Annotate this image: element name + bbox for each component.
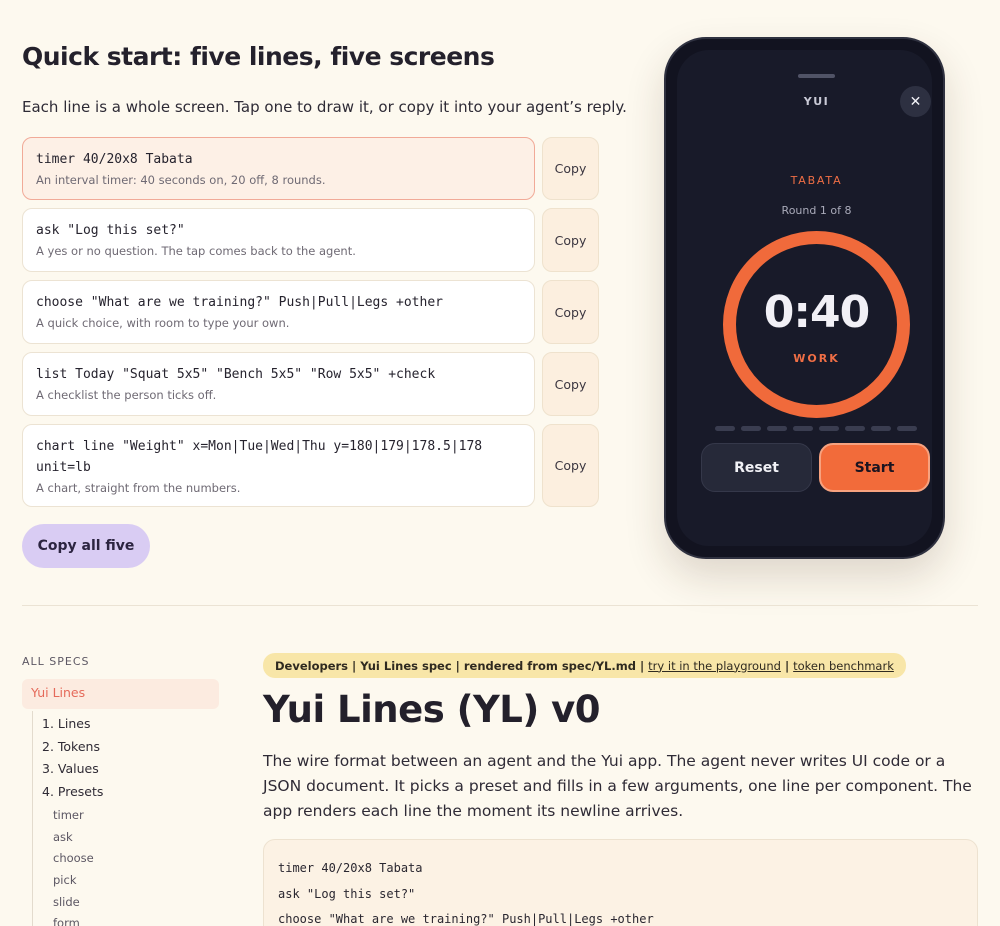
line-code: list Today "Squat 5x5" "Bench 5x5" "Row … xyxy=(36,367,436,382)
round-dot xyxy=(715,426,735,431)
line-card-choose[interactable]: choose "What are we training?" Push|Pull… xyxy=(22,280,535,344)
sidebar-subitem-pick[interactable]: pick xyxy=(53,873,76,887)
sidebar-subitem-ask[interactable]: ask xyxy=(53,830,73,844)
round-progress xyxy=(715,426,917,431)
round-dot xyxy=(767,426,787,431)
sidebar-subitem-form[interactable]: form xyxy=(53,916,80,926)
code-line: ask "Log this set?" xyxy=(278,886,416,901)
round-dot xyxy=(793,426,813,431)
line-description: An interval timer: 40 seconds on, 20 off… xyxy=(36,173,326,187)
copy-button[interactable]: Copy xyxy=(542,137,599,200)
round-dot xyxy=(897,426,917,431)
phone-notch xyxy=(798,74,835,78)
close-icon[interactable]: ✕ xyxy=(900,86,931,117)
breadcrumb-developers: Developers xyxy=(275,658,349,673)
line-description: A chart, straight from the numbers. xyxy=(36,481,241,495)
breadcrumb-separator: | xyxy=(784,658,790,673)
phone-preview: YUI ✕ TABATA Round 1 of 8 0:40 WORK Rese… xyxy=(664,37,945,559)
start-button[interactable]: Start xyxy=(819,443,930,492)
round-dot xyxy=(819,426,839,431)
sidebar-item-presets[interactable]: 4. Presets xyxy=(42,784,103,799)
sidebar-subitem-choose[interactable]: choose xyxy=(53,851,94,865)
quickstart-intro: Each line is a whole screen. Tap one to … xyxy=(22,98,627,116)
code-block: timer 40/20x8 Tabata ask "Log this set?"… xyxy=(263,839,978,926)
sidebar-subitem-slide[interactable]: slide xyxy=(53,895,80,909)
round-dot xyxy=(871,426,891,431)
timer-phase: WORK xyxy=(793,352,840,365)
breadcrumb-spec: Yui Lines spec xyxy=(360,658,452,673)
breadcrumb-separator: | xyxy=(455,658,460,673)
sidebar-item-values[interactable]: 3. Values xyxy=(42,761,99,776)
page-title: Yui Lines (YL) v0 xyxy=(263,688,601,731)
round-dot xyxy=(845,426,865,431)
line-code: chart line "Weight" x=Mon|Tue|Wed|Thu y=… xyxy=(36,439,490,475)
breadcrumb-separator: | xyxy=(352,658,357,673)
copy-button[interactable]: Copy xyxy=(542,352,599,416)
phone-screen: YUI ✕ TABATA Round 1 of 8 0:40 WORK Rese… xyxy=(677,50,932,546)
line-code: timer 40/20x8 Tabata xyxy=(36,152,193,167)
code-line: choose "What are we training?" Push|Pull… xyxy=(278,912,654,926)
line-description: A quick choice, with room to type your o… xyxy=(36,316,290,330)
line-code: ask "Log this set?" xyxy=(36,223,185,238)
breadcrumb: Developers | Yui Lines spec | rendered f… xyxy=(263,653,906,678)
sidebar-tree-line xyxy=(32,711,33,926)
timer-name: TABATA xyxy=(790,174,843,187)
doc-intro: The wire format between an agent and the… xyxy=(263,752,972,820)
line-card-timer[interactable]: timer 40/20x8 Tabata An interval timer: … xyxy=(22,137,535,200)
line-card-list[interactable]: list Today "Squat 5x5" "Bench 5x5" "Row … xyxy=(22,352,535,416)
sidebar-heading: ALL SPECS xyxy=(22,655,90,668)
round-dot xyxy=(741,426,761,431)
line-card-ask[interactable]: ask "Log this set?" A yes or no question… xyxy=(22,208,535,272)
playground-link[interactable]: try it in the playground xyxy=(648,659,781,673)
line-description: A checklist the person ticks off. xyxy=(36,388,217,402)
line-code: choose "What are we training?" Push|Pull… xyxy=(36,295,443,310)
line-card-chart[interactable]: chart line "Weight" x=Mon|Tue|Wed|Thu y=… xyxy=(22,424,535,507)
benchmark-link[interactable]: token benchmark xyxy=(793,659,894,673)
quickstart-title: Quick start: five lines, five screens xyxy=(22,42,495,71)
sidebar-item-lines[interactable]: 1. Lines xyxy=(42,716,90,731)
timer-time: 0:40 xyxy=(763,287,870,338)
breadcrumb-separator: | xyxy=(639,658,645,673)
sidebar-subitem-timer[interactable]: timer xyxy=(53,808,84,822)
copy-all-button[interactable]: Copy all five xyxy=(22,524,150,568)
sidebar-item-tokens[interactable]: 2. Tokens xyxy=(42,739,100,754)
reset-button[interactable]: Reset xyxy=(701,443,812,492)
code-line: timer 40/20x8 Tabata xyxy=(278,861,423,875)
section-divider xyxy=(22,605,978,606)
copy-button[interactable]: Copy xyxy=(542,424,599,507)
round-label: Round 1 of 8 xyxy=(781,204,852,217)
sidebar-item-yui-lines[interactable]: Yui Lines xyxy=(22,679,219,709)
line-description: A yes or no question. The tap comes back… xyxy=(36,244,356,258)
breadcrumb-source: rendered from spec/YL.md xyxy=(463,658,636,673)
copy-button[interactable]: Copy xyxy=(542,208,599,272)
copy-button[interactable]: Copy xyxy=(542,280,599,344)
